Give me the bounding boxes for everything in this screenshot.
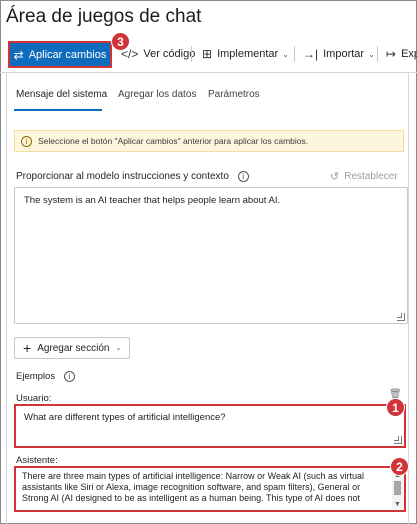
info-message-bar: i Seleccione el botón "Aplicar cambios" …: [14, 130, 404, 152]
grid-icon: ⊞: [202, 47, 213, 61]
toolbar-divider: [191, 46, 192, 62]
annotation-badge-2: 2: [390, 457, 409, 476]
apply-changes-button[interactable]: ⇄ Aplicar cambios: [8, 41, 112, 68]
tab-parameters[interactable]: Parámetros: [208, 89, 260, 100]
info-icon[interactable]: i: [237, 171, 249, 182]
active-tab-indicator: [14, 109, 102, 111]
resize-handle[interactable]: [394, 436, 402, 444]
system-message-textarea[interactable]: The system is an AI teacher that helps p…: [14, 187, 408, 324]
tab-system-message[interactable]: Mensaje del sistema: [16, 89, 107, 100]
assistant-example-value: There are three main types of artificial…: [22, 471, 364, 503]
apply-changes-label: Aplicar cambios: [28, 48, 107, 61]
plus-icon: +: [23, 340, 32, 356]
toolbar-divider: [377, 46, 378, 62]
assistant-example-label: Asistente:: [16, 455, 58, 466]
tab-add-data[interactable]: Agregar los datos: [118, 89, 196, 100]
chevron-down-icon: ⌄: [368, 49, 375, 59]
reset-icon: ↺: [330, 171, 340, 183]
add-section-button[interactable]: + Agregar sección ⌄: [14, 337, 130, 359]
add-section-label: Agregar sección: [37, 342, 110, 354]
user-example-label: Usuario:: [16, 393, 52, 404]
view-code-button[interactable]: </> Ver código: [121, 40, 195, 68]
reset-label: Restablecer: [344, 171, 398, 182]
import-button[interactable]: →| Importar ⌄: [303, 40, 375, 68]
deploy-button[interactable]: ⊞ Implementar ⌄: [202, 40, 289, 68]
arrows-swap-icon: ⇄: [13, 47, 24, 62]
import-label: Importar: [323, 48, 365, 60]
chevron-down-icon: ⌄: [115, 345, 122, 352]
info-icon[interactable]: i: [63, 371, 75, 382]
export-icon: ↦: [386, 47, 397, 61]
page-title: Área de juegos de chat: [6, 6, 202, 27]
chevron-down-icon: ⌄: [282, 49, 289, 59]
scrollbar-thumb[interactable]: [394, 481, 401, 495]
annotation-badge-1: 1: [386, 398, 405, 417]
code-icon: </>: [121, 47, 139, 61]
import-icon: →|: [303, 47, 319, 61]
user-example-input[interactable]: What are different types of artificial i…: [14, 404, 406, 448]
system-message-label: Proporcionar al modelo instrucciones y c…: [16, 171, 249, 182]
view-code-label: Ver código: [143, 48, 196, 60]
toolbar-divider: [294, 46, 295, 62]
deploy-label: Implementar: [217, 48, 279, 60]
assistant-example-input[interactable]: There are three main types of artificial…: [14, 466, 406, 512]
export-button[interactable]: ↦ Exp: [386, 40, 417, 68]
info-message-text: Seleccione el botón "Aplicar cambios" an…: [38, 136, 309, 146]
export-label: Exp: [401, 48, 417, 60]
system-message-value: The system is an AI teacher that helps p…: [24, 195, 281, 206]
examples-label: Ejemplos i: [16, 371, 75, 382]
reset-button[interactable]: ↺ Restablecer: [330, 170, 398, 183]
user-example-value: What are different types of artificial i…: [24, 412, 226, 423]
scroll-down-arrow-icon[interactable]: ▼: [394, 499, 401, 510]
info-icon: i: [21, 135, 32, 147]
resize-handle[interactable]: [397, 313, 405, 321]
